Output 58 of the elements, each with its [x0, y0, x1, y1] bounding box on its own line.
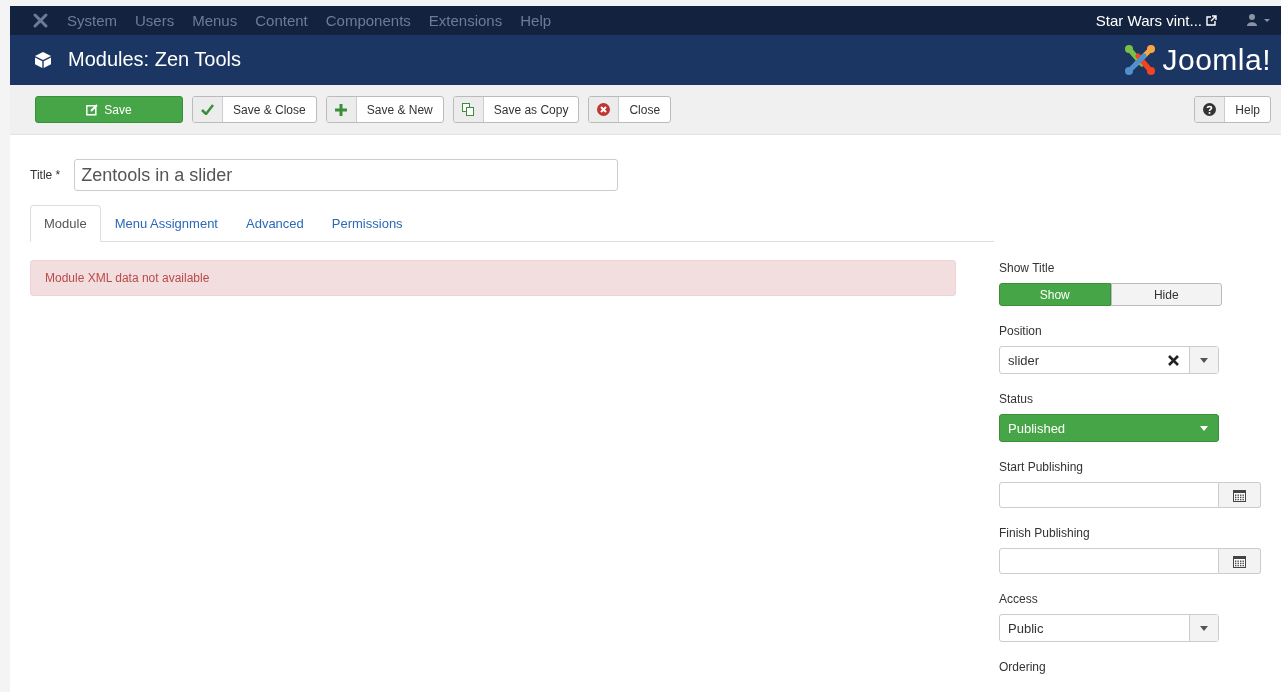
logo-text: Joomla! [1162, 42, 1271, 77]
field-label: Ordering [999, 660, 1047, 674]
close-icon[interactable] [1168, 354, 1179, 366]
menu-item[interactable]: Extensions [428, 11, 503, 29]
menu-item[interactable]: Help [520, 11, 552, 29]
calendar-button[interactable] [1219, 548, 1261, 574]
help-icon [1203, 103, 1217, 117]
calendar-icon [1233, 488, 1246, 502]
select-field[interactable]: slider [999, 346, 1219, 374]
save-button[interactable]: Save [35, 96, 183, 124]
help-button[interactable]: Help [1194, 96, 1271, 124]
site-link[interactable]: Star Wars vint... [1095, 11, 1217, 29]
edit-icon [86, 103, 99, 116]
calendar-button[interactable] [1219, 482, 1261, 508]
external-link-icon [1206, 14, 1217, 26]
menu-item[interactable]: Menus [192, 11, 238, 29]
field-label: Title * [30, 168, 61, 182]
toolbar-button[interactable]: Save & New [325, 96, 444, 124]
select-value: slider [1007, 352, 1041, 368]
caret-icon [1200, 625, 1208, 631]
cancel-icon [597, 103, 611, 117]
title-field[interactable]: Zentools in a slider [74, 159, 619, 191]
field-label: Start Publishing [999, 460, 1085, 474]
select-field[interactable]: Public [999, 614, 1219, 642]
select-value: Public [1007, 620, 1045, 636]
tab[interactable]: Module [30, 205, 101, 242]
check-icon [201, 104, 214, 116]
page-title: Modules: Zen Tools [68, 48, 242, 72]
field-label: Status [999, 392, 1035, 406]
date-field[interactable] [999, 482, 1219, 508]
error-alert: Module XML data not available [30, 260, 956, 296]
calendar-icon [1233, 554, 1246, 568]
toggle-option[interactable]: Show [999, 283, 1111, 306]
menu-item[interactable]: Content [255, 11, 308, 29]
caret-icon [1200, 425, 1208, 431]
tab[interactable]: Advanced [232, 205, 318, 242]
copy-icon [462, 103, 475, 117]
tab[interactable]: Permissions [317, 205, 417, 242]
toolbar-button[interactable]: Save as Copy [452, 96, 580, 124]
user-icon[interactable] [1247, 14, 1271, 27]
field-label: Access [999, 592, 1039, 606]
menu-item[interactable]: Users [135, 11, 175, 29]
toolbar-button[interactable]: Save & Close [192, 96, 317, 124]
select-value: Published [1007, 420, 1067, 436]
joomla-mark-icon[interactable] [32, 11, 49, 29]
toggle-option[interactable]: Hide [1110, 283, 1222, 306]
menu-item[interactable]: System [67, 11, 117, 29]
plus-icon [335, 103, 348, 116]
date-field[interactable] [999, 548, 1219, 574]
select-field[interactable]: Published [999, 414, 1219, 442]
field-label: Position [999, 324, 1043, 338]
field-label: Finish Publishing [999, 526, 1091, 540]
tab[interactable]: Menu Assignment [100, 205, 232, 242]
caret-icon [1200, 357, 1208, 363]
field-label: Show Title [999, 261, 1056, 275]
menu-item[interactable]: Components [325, 11, 411, 29]
cube-icon [34, 50, 52, 69]
toolbar-button[interactable]: Close [588, 96, 672, 124]
